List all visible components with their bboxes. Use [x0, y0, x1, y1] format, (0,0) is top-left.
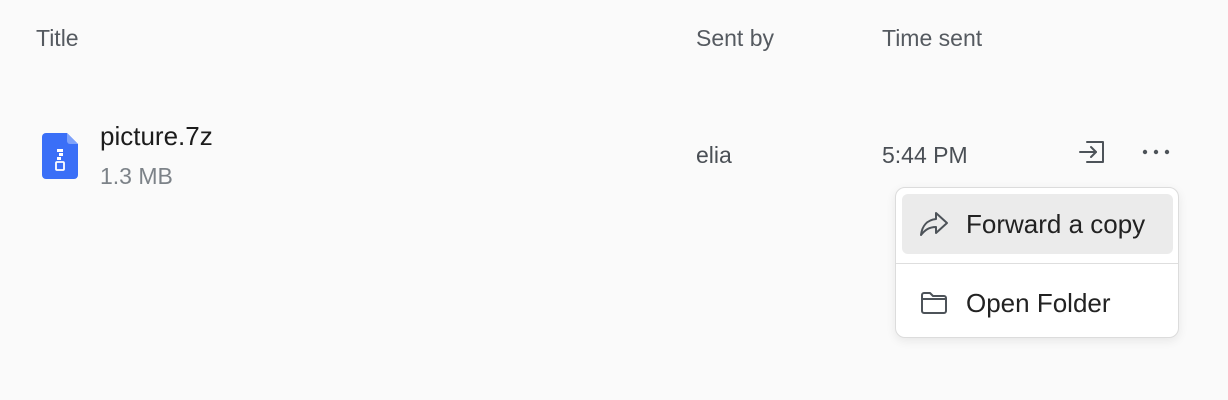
menu-item-forward-copy[interactable]: Forward a copy — [902, 194, 1173, 254]
folder-icon — [918, 287, 950, 319]
column-header-sent-by: Sent by — [696, 25, 774, 51]
menu-divider — [896, 263, 1178, 264]
context-menu: Forward a copy Open Folder — [895, 187, 1179, 338]
sender-name: elia — [696, 142, 732, 168]
more-options-button[interactable] — [1136, 134, 1176, 174]
more-options-icon — [1140, 136, 1172, 173]
forward-icon — [918, 208, 950, 240]
menu-item-label: Open Folder — [966, 287, 1111, 318]
archive-file-icon — [42, 133, 78, 179]
menu-item-label: Forward a copy — [966, 208, 1146, 239]
menu-item-open-folder[interactable]: Open Folder — [902, 273, 1173, 333]
time-sent: 5:44 PM — [882, 142, 968, 168]
file-size: 1.3 MB — [100, 163, 173, 189]
column-header-time-sent: Time sent — [882, 25, 983, 51]
column-header-title: Title — [36, 25, 79, 51]
file-name[interactable]: picture.7z — [100, 120, 213, 152]
open-button[interactable] — [1072, 134, 1112, 174]
open-in-icon — [1076, 136, 1108, 173]
